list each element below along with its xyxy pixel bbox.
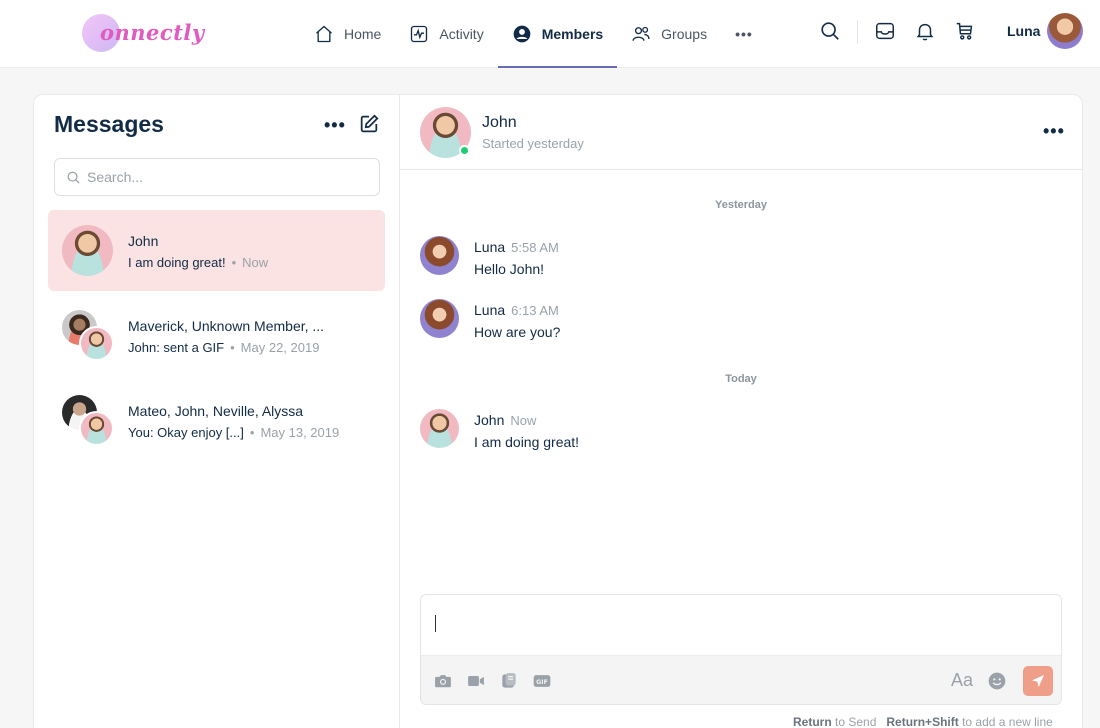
conversation-name[interactable]: John [482,114,517,132]
messages-more-button[interactable]: ••• [324,115,346,136]
message-header: John Now [474,412,536,428]
nav-home[interactable]: Home [300,0,395,68]
conversation-subtitle: Started yesterday [482,136,584,151]
thread-preview: You: Okay enjoy [...] • May 13, 2019 [128,425,339,440]
thread-time: May 13, 2019 [260,425,340,440]
day-separator: Yesterday [715,199,767,211]
hint-newline-text: to add a new line [958,715,1053,728]
send-button[interactable] [1023,666,1053,696]
avatar[interactable] [420,409,459,448]
main-nav: Home Activity Members Groups ••• [300,0,767,68]
message-header: Luna 5:58 AM [474,239,559,255]
nav-activity-label: Activity [439,26,484,42]
separator-dot: • [249,425,255,440]
thread-item[interactable]: John I am doing great! • Now [48,210,385,291]
message-time: 6:13 AM [511,303,559,318]
conversation-more-button[interactable]: ••• [1043,121,1065,142]
thread-last-message: You: Okay enjoy [...] [128,425,244,440]
hint-send-text: to Send [831,715,877,728]
search-input[interactable] [87,167,367,187]
thread-preview: John: sent a GIF • May 22, 2019 [128,340,319,355]
username[interactable]: Luna [1007,23,1040,39]
emoji-icon[interactable] [987,671,1007,691]
thread-preview: I am doing great! • Now [128,255,268,270]
user-avatar[interactable] [1047,13,1083,49]
messages-title: Messages [54,111,164,137]
activity-icon [411,25,428,43]
message-composer: GIF Aa [420,594,1062,705]
members-icon [513,25,531,43]
top-header: onnectly Home Activity Members Groups ••… [0,0,1100,68]
nav-home-label: Home [344,26,382,42]
thread-last-message: I am doing great! [128,255,226,270]
compose-icon[interactable] [358,113,380,135]
nav-more-button[interactable]: ••• [721,0,767,68]
thread-name: John [128,233,159,249]
document-icon[interactable] [499,671,519,691]
home-icon [316,25,332,43]
nav-groups[interactable]: Groups [617,0,721,68]
groups-icon [632,26,650,41]
thread-name: Maverick, Unknown Member, ... [128,318,325,334]
thread-time: May 22, 2019 [240,340,320,355]
online-status-dot [459,145,470,156]
inbox-icon[interactable] [874,20,896,42]
svg-text:GIF: GIF [536,679,548,686]
search-icon [67,171,80,184]
nav-members-label: Members [541,26,604,42]
thread-name: Mateo, John, Neville, Alyssa [128,403,304,419]
avatar [79,411,114,446]
message-sender[interactable]: Luna [474,302,505,318]
header-divider [857,20,858,44]
day-separator: Today [725,373,757,385]
thread-time: Now [242,255,269,270]
search-box [54,158,380,196]
gif-icon[interactable]: GIF [532,671,552,691]
thread-item[interactable]: Maverick, Unknown Member, ... John: sent… [48,295,385,376]
conversation-panel: John Started yesterday ••• Yesterday Lun… [399,94,1083,728]
logo-text: onnectly [100,20,205,45]
message: John Now I am doing great! [420,409,1020,451]
message-header: Luna 6:13 AM [474,302,559,318]
separator-dot: • [231,255,237,270]
thread-last-message: John: sent a GIF [128,340,225,355]
message-text: How are you? [474,324,561,340]
send-icon [1032,675,1044,687]
search-icon[interactable] [819,20,841,42]
nav-members[interactable]: Members [497,0,618,68]
conversation-header: John Started yesterday ••• [400,95,1082,170]
format-text-button[interactable]: Aa [951,670,973,691]
avatar[interactable] [420,236,459,275]
message-text: Hello John! [474,261,545,277]
avatar [62,225,113,276]
message-time: 5:58 AM [511,240,559,255]
message: Luna 6:13 AM How are you? [420,299,1020,341]
bell-icon[interactable] [914,20,936,42]
composer-toolbar: GIF Aa [421,655,1061,704]
video-icon[interactable] [466,671,486,691]
message-time: Now [510,413,537,428]
cart-icon[interactable] [954,20,976,42]
composer-hint: Return to Send Return+Shift to add a new… [793,715,1053,728]
message: Luna 5:58 AM Hello John! [420,236,1020,278]
nav-activity[interactable]: Activity [395,0,497,68]
message-sender[interactable]: Luna [474,239,505,255]
camera-icon[interactable] [433,671,453,691]
text-caret [435,615,436,632]
messages-panel: Messages ••• John I am doing great!•Now … [33,94,400,728]
avatar [79,326,114,361]
nav-groups-label: Groups [661,26,708,42]
message-input[interactable] [431,607,1051,647]
message-sender[interactable]: John [474,412,504,428]
hint-return-key: Return [793,715,832,728]
connectly-logo[interactable]: onnectly [82,14,204,54]
message-text: I am doing great! [474,434,580,450]
thread-item[interactable]: Mateo, John, Neville, Alyssa You: Okay e… [48,380,385,461]
hint-shift-key: Return+Shift [886,715,959,728]
separator-dot: • [230,340,235,355]
avatar[interactable] [420,299,459,338]
